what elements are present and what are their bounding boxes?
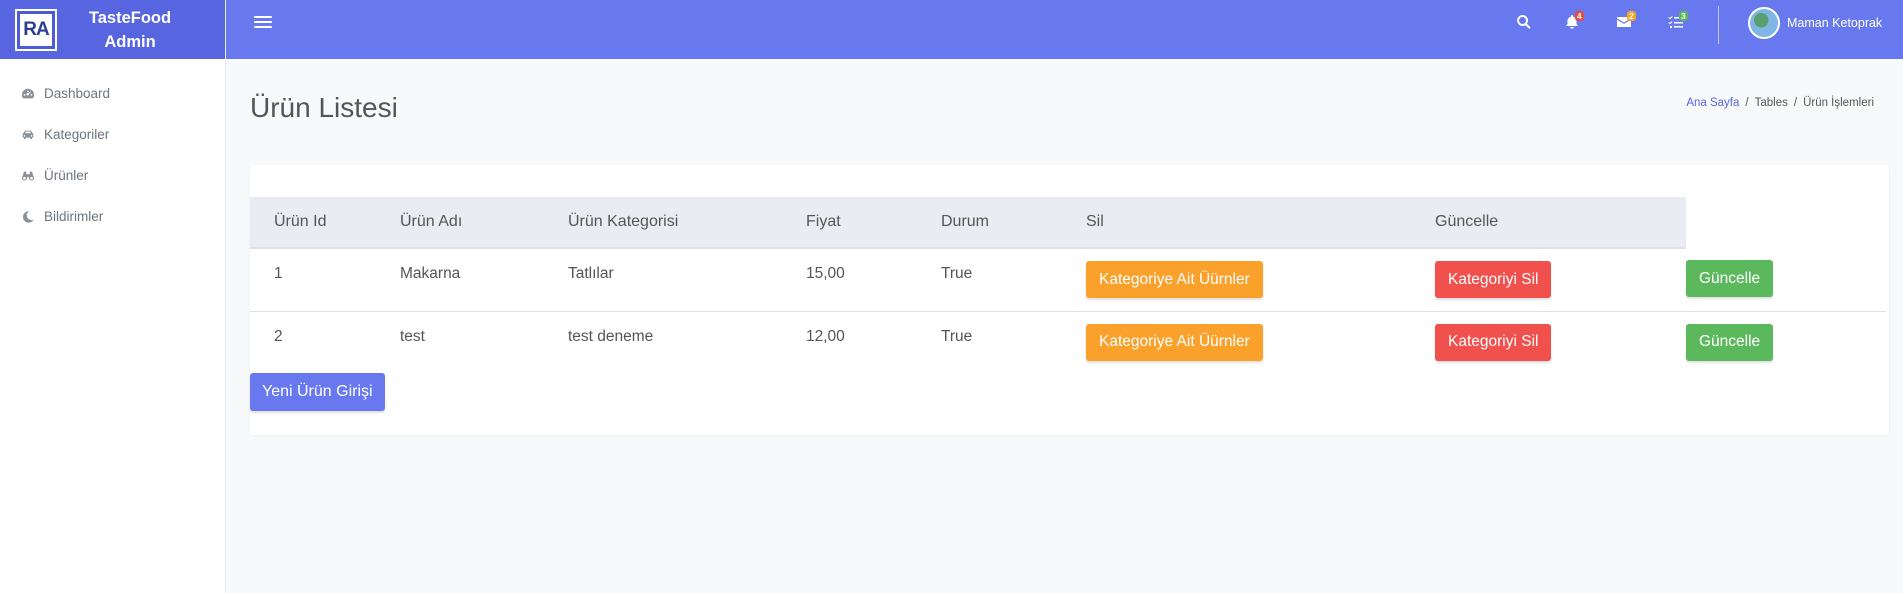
cell-price: 12,00 bbox=[806, 327, 845, 345]
user-menu[interactable]: Maman Ketoprak bbox=[1748, 7, 1882, 39]
sidebar-item-label: Bildirimler bbox=[44, 209, 104, 224]
category-products-button[interactable]: Kategoriye Ait Üürnler bbox=[1086, 323, 1263, 361]
col-header-delete: Sil bbox=[1086, 197, 1435, 249]
menu-toggle-icon[interactable] bbox=[254, 13, 272, 31]
brand-title-line2: Admin bbox=[104, 32, 156, 51]
delete-category-button[interactable]: Kategoriyi Sil bbox=[1435, 323, 1552, 361]
cell-status: True bbox=[941, 265, 973, 282]
sidebar-item-dashboard[interactable]: Dashboard bbox=[0, 73, 225, 114]
sidebar: RA TasteFood Admin Dashboard Kategoriler… bbox=[0, 0, 226, 593]
breadcrumb-separator: / bbox=[1793, 97, 1798, 109]
sidebar-item-urunler[interactable]: Ürünler bbox=[0, 155, 225, 196]
cell-price: 15,00 bbox=[806, 265, 845, 282]
brand-logo: RA bbox=[17, 10, 55, 49]
tasks-icon[interactable]: 3 bbox=[1668, 11, 1688, 34]
user-name: Maman Ketoprak bbox=[1787, 16, 1883, 30]
notifications-badge: 4 bbox=[1575, 11, 1584, 21]
cell-name: test bbox=[400, 327, 425, 345]
cell-category: Tatlılar bbox=[568, 265, 614, 282]
cell-update: Güncelle bbox=[1686, 248, 1886, 311]
product-table: Ürün Id Ürün Adı Ürün Kategorisi Fiyat D… bbox=[250, 197, 1886, 374]
col-header-status: Durum bbox=[941, 197, 1086, 249]
topbar-divider bbox=[1718, 6, 1719, 44]
breadcrumb: Ana Sayfa / Tables / Ürün İşlemleri bbox=[1686, 97, 1874, 109]
brand-title: TasteFood Admin bbox=[55, 6, 225, 54]
cell-status: True bbox=[941, 327, 973, 345]
cell-category: test deneme bbox=[568, 327, 654, 345]
delete-category-button[interactable]: Kategoriyi Sil bbox=[1435, 261, 1552, 298]
update-button[interactable]: Güncelle bbox=[1686, 260, 1774, 297]
sidebar-item-label: Dashboard bbox=[44, 86, 111, 101]
cell-id: 1 bbox=[274, 265, 283, 282]
table-row: 2 test test deneme 12,00 True Kategoriye… bbox=[250, 311, 1886, 374]
page-title: Ürün Listesi bbox=[250, 92, 398, 123]
sidebar-nav: Dashboard Kategoriler Ürünler Bildirimle… bbox=[0, 59, 225, 237]
breadcrumb-separator: / bbox=[1745, 97, 1749, 109]
sidebar-item-label: Ürünler bbox=[44, 168, 89, 183]
col-header-update: Güncelle bbox=[1435, 197, 1686, 249]
col-header-empty bbox=[1686, 197, 1886, 248]
breadcrumb-item: Tables bbox=[1754, 97, 1788, 109]
topbar: 4 2 3 Maman Ketoprak bbox=[226, 0, 1903, 59]
cell-category-products: Kategoriye Ait Üürnler bbox=[1086, 311, 1435, 374]
sidebar-item-label: Kategoriler bbox=[44, 127, 110, 142]
update-button[interactable]: Güncelle bbox=[1686, 323, 1774, 361]
moon-icon bbox=[20, 209, 36, 225]
sidebar-item-bildirimler[interactable]: Bildirimler bbox=[0, 196, 225, 237]
search-icon[interactable] bbox=[1516, 14, 1536, 34]
cell-update: Güncelle bbox=[1686, 311, 1886, 374]
brand-title-line1: TasteFood bbox=[88, 8, 172, 27]
sidebar-item-kategoriler[interactable]: Kategoriler bbox=[0, 114, 225, 155]
tasks-badge: 3 bbox=[1679, 11, 1688, 21]
envelope-icon[interactable]: 2 bbox=[1616, 11, 1636, 34]
tachometer-icon bbox=[20, 86, 36, 102]
binoculars-icon bbox=[20, 168, 36, 184]
breadcrumb-current: Ürün İşlemleri bbox=[1803, 97, 1874, 109]
new-product-button[interactable]: Yeni Ürün Girişi bbox=[250, 373, 385, 411]
breadcrumb-home-link[interactable]: Ana Sayfa bbox=[1686, 97, 1739, 109]
cell-id: 2 bbox=[274, 327, 283, 345]
cell-delete: Kategoriyi Sil bbox=[1435, 248, 1686, 311]
category-products-button[interactable]: Kategoriye Ait Üürnler bbox=[1086, 261, 1263, 298]
bell-icon[interactable]: 4 bbox=[1564, 11, 1584, 34]
cell-name: Makarna bbox=[400, 265, 461, 282]
col-header-name: Ürün Adı bbox=[400, 197, 568, 249]
table-row: 1 Makarna Tatlılar 15,00 True Kategoriye… bbox=[250, 248, 1886, 311]
col-header-id: Ürün Id bbox=[250, 197, 400, 249]
cell-delete: Kategoriyi Sil bbox=[1435, 311, 1686, 374]
col-header-category: Ürün Kategorisi bbox=[568, 197, 806, 249]
brand[interactable]: RA TasteFood Admin bbox=[0, 0, 225, 59]
car-icon bbox=[20, 127, 36, 143]
table-header-row: Ürün Id Ürün Adı Ürün Kategorisi Fiyat D… bbox=[250, 197, 1886, 249]
avatar bbox=[1748, 7, 1780, 39]
col-header-price: Fiyat bbox=[806, 197, 941, 249]
cell-category-products: Kategoriye Ait Üürnler bbox=[1086, 248, 1435, 311]
messages-badge: 2 bbox=[1627, 11, 1636, 21]
product-card: Ürün Id Ürün Adı Ürün Kategorisi Fiyat D… bbox=[250, 165, 1889, 435]
